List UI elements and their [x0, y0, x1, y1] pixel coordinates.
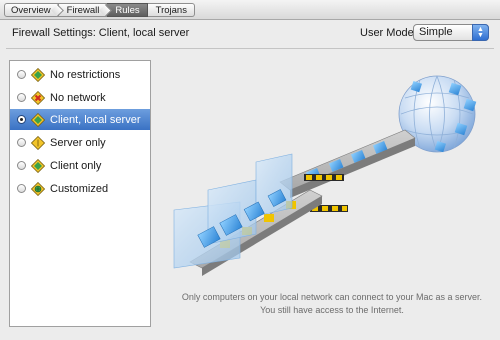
- list-item-label: Customized: [50, 182, 109, 195]
- chevron-updown-icon: ▲ ▼: [472, 24, 489, 41]
- divider: [6, 48, 494, 49]
- list-item-label: Client only: [50, 159, 102, 172]
- diamond-green-icon: [31, 67, 45, 82]
- radio-button[interactable]: [17, 70, 26, 79]
- radio-button[interactable]: [17, 161, 26, 170]
- breadcrumb-trojans[interactable]: Trojans: [147, 3, 195, 17]
- list-item-label: No network: [50, 91, 106, 104]
- user-mode-value: Simple: [419, 26, 453, 38]
- list-item-label: Server only: [50, 136, 106, 149]
- radio-button-selected[interactable]: [17, 115, 26, 124]
- diamond-green-icon: [31, 158, 45, 173]
- list-item-no-restrictions[interactable]: No restrictions: [10, 64, 150, 85]
- list-item-client-only[interactable]: Client only: [10, 155, 150, 176]
- list-item-server-only[interactable]: Server only: [10, 132, 150, 153]
- illustration-description: Only computers on your local network can…: [181, 292, 483, 315]
- diamond-yellow-icon: [31, 135, 45, 150]
- breadcrumb-rules[interactable]: Rules: [107, 3, 148, 17]
- page-title: Firewall Settings: Client, local server: [12, 27, 190, 39]
- network-illustration: [173, 75, 477, 276]
- local-network-panels: [173, 153, 293, 269]
- radio-button[interactable]: [17, 138, 26, 147]
- radio-button[interactable]: [17, 93, 26, 102]
- diamond-red-x-icon: [31, 90, 45, 105]
- breadcrumb-bar: Overview Firewall Rules Trojans: [0, 0, 500, 20]
- list-item-no-network[interactable]: No network: [10, 87, 150, 108]
- radio-button[interactable]: [17, 184, 26, 193]
- list-item-client-local-server[interactable]: Client, local server: [10, 109, 150, 130]
- list-item-customized[interactable]: Customized: [10, 178, 150, 199]
- firewall-rules-list: No restrictions No network Client, local…: [9, 60, 151, 327]
- breadcrumb: Overview Firewall Rules Trojans: [4, 3, 195, 17]
- list-item-label: Client, local server: [50, 113, 141, 126]
- user-mode-label: User Mode:: [360, 27, 417, 39]
- internet-beam: [279, 129, 416, 198]
- user-mode-select[interactable]: Simple ▲ ▼: [413, 24, 489, 41]
- list-item-label: No restrictions: [50, 68, 121, 81]
- diamond-customized-icon: [31, 181, 45, 196]
- diamond-green-icon: [31, 112, 45, 127]
- breadcrumb-overview[interactable]: Overview: [4, 3, 59, 17]
- breadcrumb-firewall[interactable]: Firewall: [58, 3, 108, 17]
